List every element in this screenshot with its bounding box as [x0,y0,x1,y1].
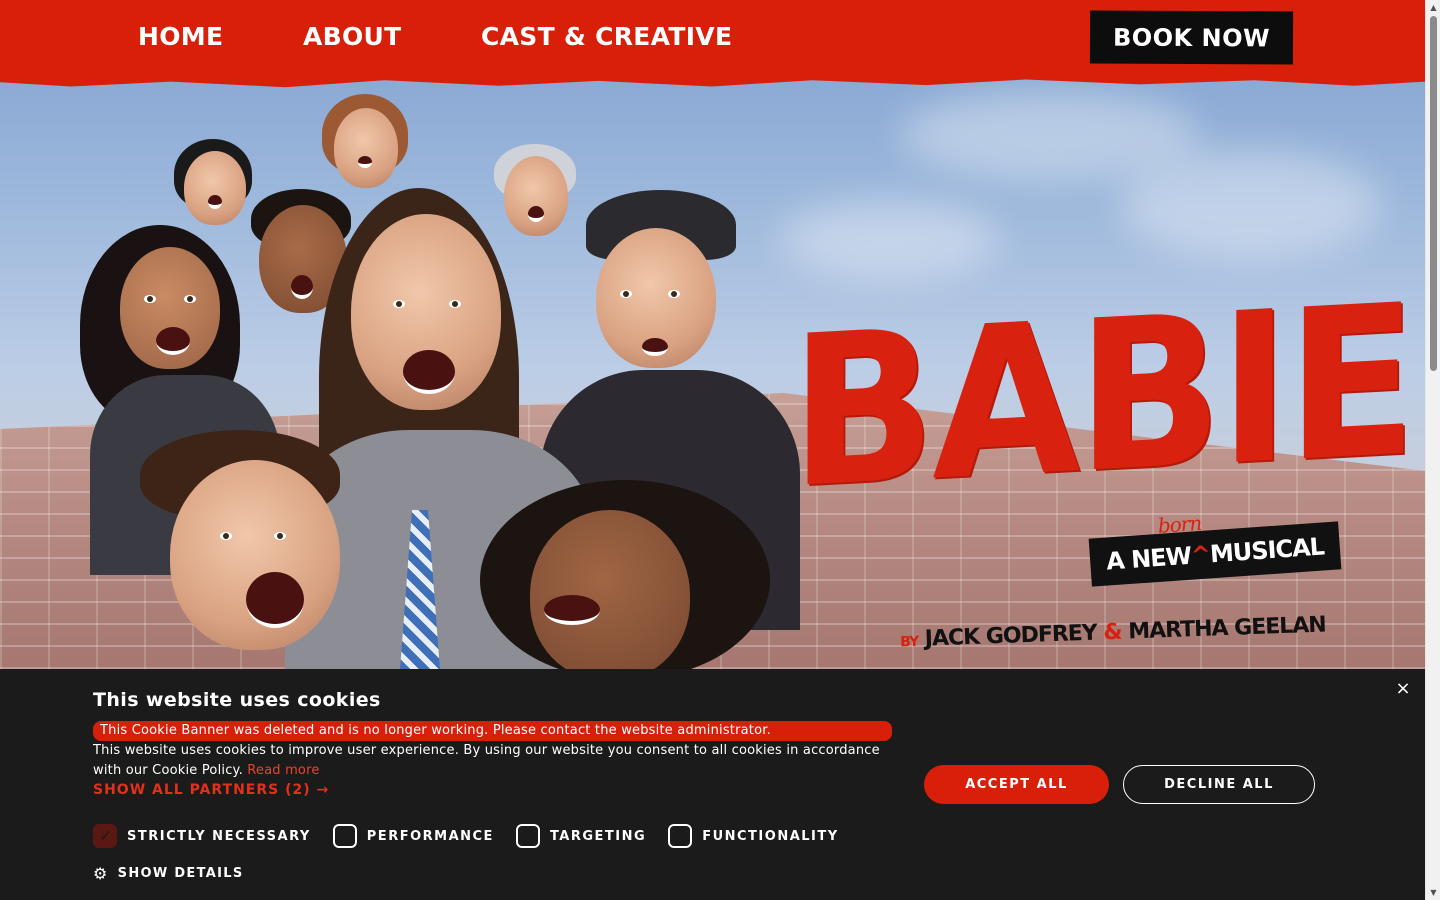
performance-checkbox[interactable] [332,824,357,848]
decline-all-button[interactable]: DECLINE ALL [1123,765,1315,804]
nav-cast-creative-link[interactable]: CAST & CREATIVE [481,22,1311,602]
cookie-category-checkboxes: STRICTLY NECESSARY PERFORMANCE TARGETING… [93,824,861,848]
cookie-warning-message: This Cookie Banner was deleted and is no… [93,721,892,741]
book-now-button[interactable]: BOOK NOW [1089,10,1294,65]
performance-label: PERFORMANCE [366,828,494,844]
scrollbar-thumb[interactable] [1430,16,1437,371]
scroll-up-icon[interactable]: ▲ [1426,0,1440,15]
show-details-label: SHOW DETAILS [117,866,244,881]
cookie-banner-title: This website uses cookies [93,689,381,711]
scroll-down-icon[interactable]: ▼ [1426,885,1440,900]
byline-ampersand: & [1102,619,1123,646]
nav-about-link[interactable]: ABOUT [303,22,402,51]
close-icon[interactable]: × [1395,680,1411,698]
accept-all-button[interactable]: ACCEPT ALL [924,765,1109,804]
functionality-checkbox[interactable] [668,824,693,848]
byline-by: BY [899,633,919,651]
cookie-description: This website uses cookies to improve use… [93,741,903,781]
strictly-necessary-label: STRICTLY NECESSARY [127,828,311,844]
read-more-link[interactable]: Read more [247,763,319,778]
gear-icon: ⚙ [93,864,109,883]
cookie-description-text: This website uses cookies to improve use… [93,743,880,778]
nav-home-link[interactable]: HOME [138,22,223,51]
show-details-toggle[interactable]: ⚙ SHOW DETAILS [93,864,244,883]
strictly-necessary-checkbox[interactable] [93,824,117,848]
site-header: HOME ABOUT CAST & CREATIVE BOOK NOW [0,0,1425,78]
cookie-banner: × This website uses cookies This Cookie … [0,669,1425,900]
targeting-checkbox[interactable] [515,824,540,848]
functionality-label: FUNCTIONALITY [702,828,839,844]
targeting-label: TARGETING [549,828,647,844]
show-all-partners-link[interactable]: SHOW ALL PARTNERS (2) → [93,782,329,798]
page-scrollbar[interactable]: ▲ ▼ [1425,0,1440,900]
